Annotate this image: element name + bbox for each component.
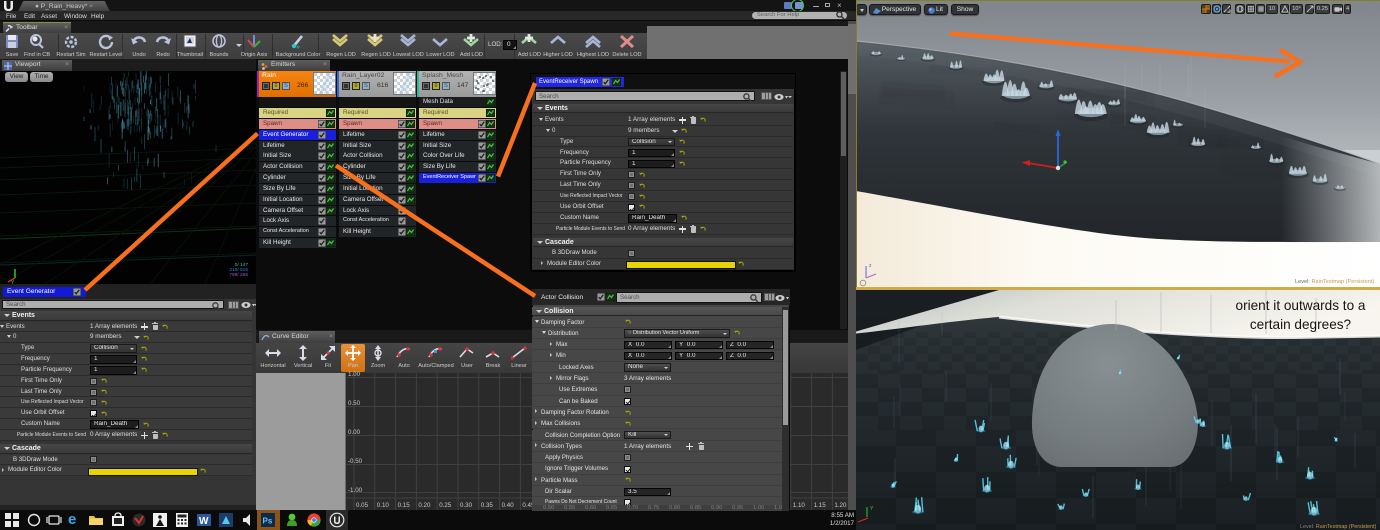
svg-text:W: W [199,516,209,527]
svg-text:Ps: Ps [263,517,273,526]
